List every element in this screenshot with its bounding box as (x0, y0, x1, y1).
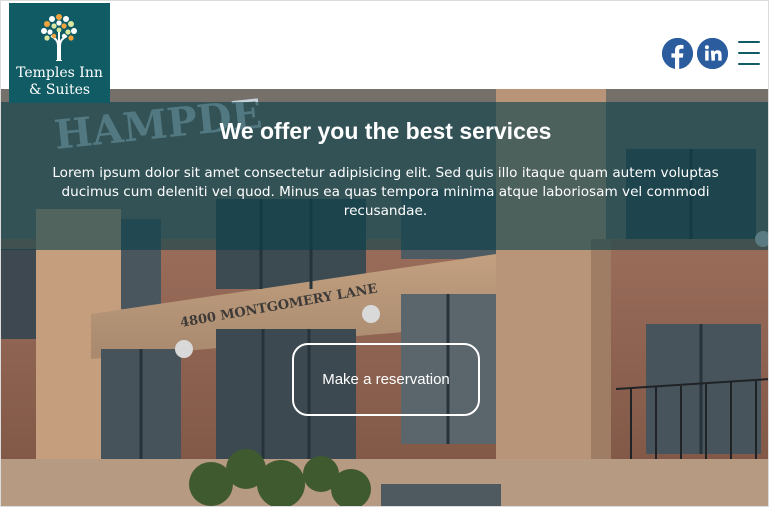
tree-logo-icon (41, 14, 77, 61)
hamburger-bar (738, 52, 760, 54)
site-header (1, 1, 768, 89)
hero-title: We offer you the best services (219, 118, 552, 144)
hero-section: 4800 MONTGOMERY LANE We offer you the be… (1, 89, 768, 506)
brand-name: Temples Inn & Suites (9, 65, 110, 99)
page: Temples Inn & Suites 4800 MONTGOMERY LAN… (0, 0, 769, 507)
make-reservation-button[interactable]: Make a reservation (292, 343, 480, 416)
brand-name-line1: Temples Inn (16, 65, 103, 81)
hero-description: Lorem ipsum dolor sit amet consectetur a… (52, 165, 719, 219)
facebook-icon[interactable] (662, 37, 693, 69)
brand-name-line2: & Suites (28, 82, 91, 98)
hamburger-bar (738, 63, 760, 65)
hamburger-bar (738, 41, 760, 43)
brand-logo[interactable]: Temples Inn & Suites (9, 3, 110, 103)
header-actions (662, 37, 762, 69)
linkedin-icon[interactable] (697, 37, 728, 69)
hamburger-menu-icon[interactable] (734, 38, 762, 68)
